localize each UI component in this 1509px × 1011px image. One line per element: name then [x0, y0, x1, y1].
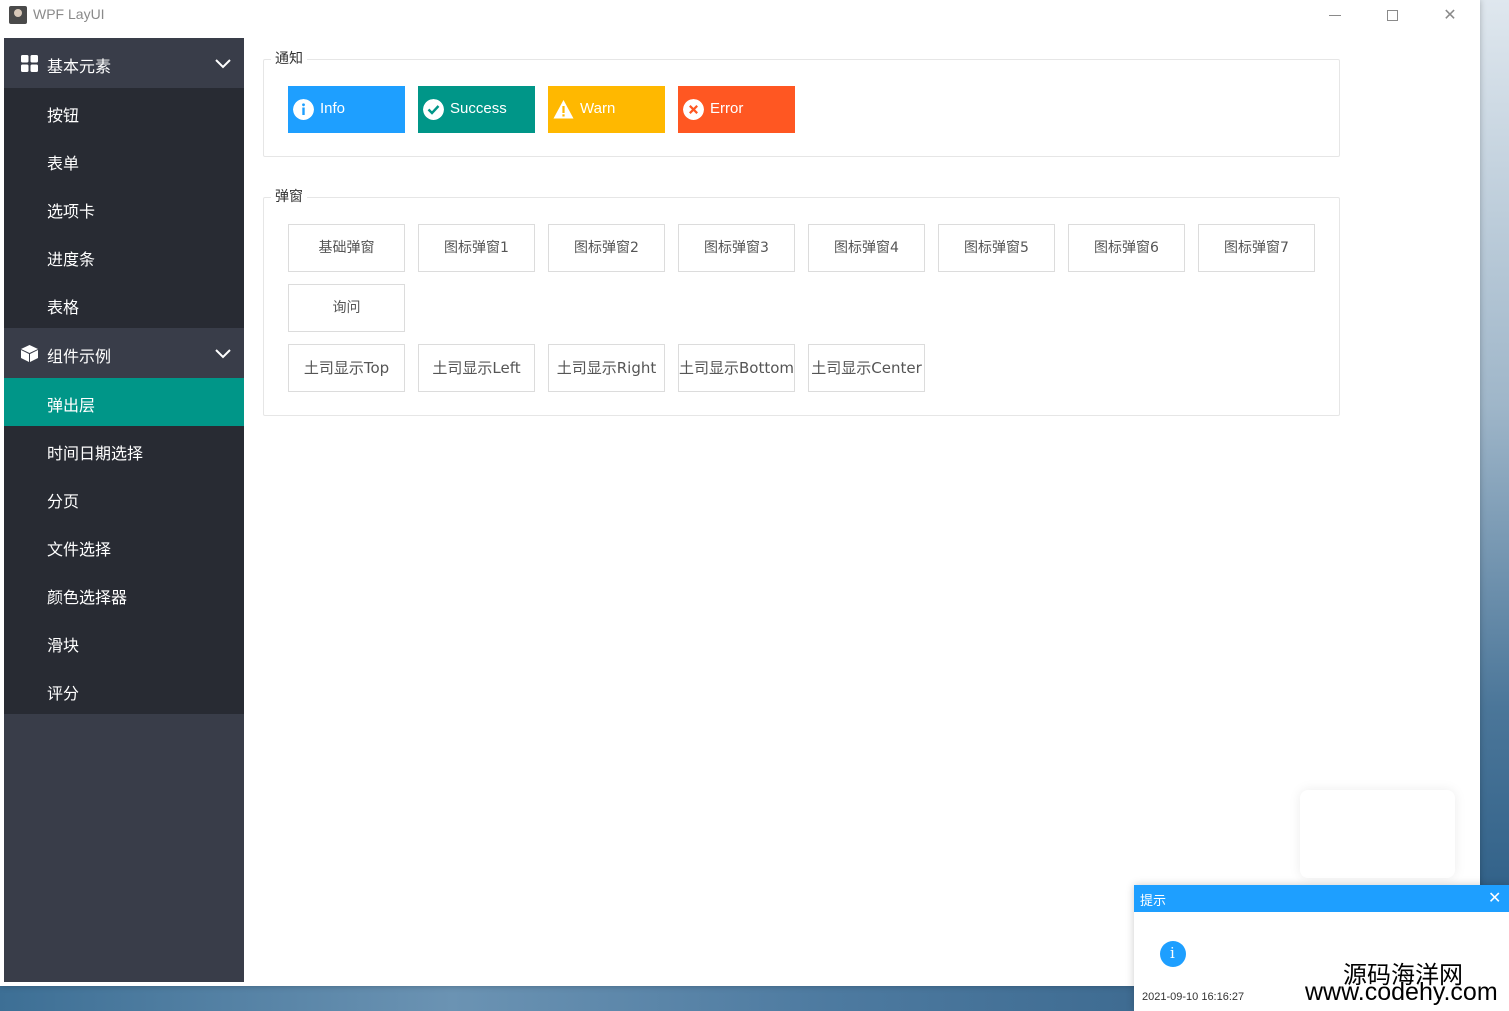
success-button[interactable]: Success: [418, 86, 535, 133]
cube-icon: [21, 345, 38, 362]
sidebar-item-label: 文件选择: [47, 540, 112, 559]
icon-popup-2-button[interactable]: 图标弹窗2: [548, 224, 665, 272]
sidebar-item-form[interactable]: 表单: [4, 136, 244, 184]
toast-left-button[interactable]: 土司显示Left: [418, 344, 535, 392]
notice-legend: 通知: [271, 48, 307, 68]
toast-bottom-button[interactable]: 土司显示Bottom: [678, 344, 795, 392]
close-button[interactable]: ✕: [1435, 4, 1465, 26]
sidebar-item-label: 分页: [47, 492, 80, 511]
icon-popup-3-button[interactable]: 图标弹窗3: [678, 224, 795, 272]
sidebar-item-label: 颜色选择器: [47, 588, 128, 607]
info-button[interactable]: Info: [288, 86, 405, 133]
notice-fieldset: 通知 Info Success Warn Error: [263, 48, 1340, 157]
toast-header: 提示 ✕: [1134, 885, 1509, 912]
close-icon: ✕: [1443, 5, 1457, 24]
icon-popup-5-button[interactable]: 图标弹窗5: [938, 224, 1055, 272]
watermark-url: www.codehy.com: [1305, 978, 1498, 1006]
window-title: WPF LayUI: [33, 6, 105, 22]
sidebar-item-datetime[interactable]: 时间日期选择: [4, 426, 244, 474]
icon-popup-7-button[interactable]: 图标弹窗7: [1198, 224, 1315, 272]
sidebar-group-label: 基本元素: [47, 57, 112, 76]
sidebar-item-label: 表单: [47, 154, 80, 173]
sidebar-item-label: 按钮: [47, 106, 80, 125]
sidebar-item-tabs[interactable]: 选项卡: [4, 184, 244, 232]
maximize-button[interactable]: [1377, 4, 1407, 26]
confirm-popup-button[interactable]: 询问: [288, 284, 405, 332]
sidebar-item-label: 表格: [47, 298, 80, 317]
warning-triangle-icon: [553, 100, 574, 119]
app-window: WPF LayUI ✕ 基本元素 按钮 表单 选项卡 进度条 表格 组件示例 弹…: [0, 0, 1480, 986]
toast-top-button[interactable]: 土司显示Top: [288, 344, 405, 392]
toast-timestamp: 2021-09-10 16:16:27: [1142, 991, 1245, 1003]
main-content: 通知 Info Success Warn Error 弹窗 基础弹窗 图标弹窗1…: [244, 34, 1480, 986]
title-bar: WPF LayUI ✕: [0, 0, 1480, 34]
desktop-wallpaper-right: [1480, 0, 1509, 1011]
sidebar-item-pagination[interactable]: 分页: [4, 474, 244, 522]
toast-title: 提示: [1140, 894, 1167, 909]
sidebar-item-label: 时间日期选择: [47, 444, 144, 463]
minimize-button[interactable]: [1320, 4, 1350, 26]
icon-popup-1-button[interactable]: 图标弹窗1: [418, 224, 535, 272]
sidebar-group-label: 组件示例: [47, 347, 112, 366]
sidebar-item-file-select[interactable]: 文件选择: [4, 522, 244, 570]
success-button-label: Success: [450, 100, 507, 117]
sidebar-item-popup-layer[interactable]: 弹出层: [4, 378, 244, 426]
sidebar-item-label: 滑块: [47, 636, 80, 655]
sidebar-item-label: 评分: [47, 684, 80, 703]
sidebar-item-button[interactable]: 按钮: [4, 88, 244, 136]
check-circle-icon: [423, 99, 444, 120]
chevron-down-icon: [215, 349, 231, 359]
sidebar-group-basic[interactable]: 基本元素: [4, 38, 244, 88]
sidebar-group-components[interactable]: 组件示例: [4, 328, 244, 378]
sidebar-item-label: 进度条: [47, 250, 96, 269]
minimize-icon: [1329, 15, 1341, 16]
popup-fieldset: 弹窗 基础弹窗 图标弹窗1 图标弹窗2 图标弹窗3 图标弹窗4 图标弹窗5 图标…: [263, 186, 1340, 416]
info-icon: [293, 99, 314, 120]
sidebar-item-color-picker[interactable]: 颜色选择器: [4, 570, 244, 618]
toast-right-button[interactable]: 土司显示Right: [548, 344, 665, 392]
icon-popup-6-button[interactable]: 图标弹窗6: [1068, 224, 1185, 272]
info-button-label: Info: [320, 100, 346, 117]
app-avatar-icon: [9, 6, 27, 24]
grid-icon: [21, 55, 38, 72]
warn-button[interactable]: Warn: [548, 86, 665, 133]
error-button-label: Error: [710, 100, 744, 117]
toast-shadow-panel: [1300, 790, 1455, 878]
sidebar-item-rating[interactable]: 评分: [4, 666, 244, 714]
sidebar-item-slider[interactable]: 滑块: [4, 618, 244, 666]
error-circle-icon: [683, 99, 704, 120]
toast-center-button[interactable]: 土司显示Center: [808, 344, 925, 392]
icon-popup-4-button[interactable]: 图标弹窗4: [808, 224, 925, 272]
chevron-down-icon: [215, 59, 231, 69]
popup-legend: 弹窗: [271, 186, 307, 206]
basic-popup-button[interactable]: 基础弹窗: [288, 224, 405, 272]
sidebar: 基本元素 按钮 表单 选项卡 进度条 表格 组件示例 弹出层 时间日期选择 分页…: [4, 38, 244, 982]
toast-close-icon[interactable]: ✕: [1488, 888, 1501, 907]
maximize-icon: [1386, 10, 1398, 21]
error-button[interactable]: Error: [678, 86, 795, 133]
info-icon: [1160, 941, 1186, 967]
sidebar-item-label: 弹出层: [47, 396, 96, 415]
warn-button-label: Warn: [580, 100, 616, 117]
sidebar-item-table[interactable]: 表格: [4, 280, 244, 328]
sidebar-item-label: 选项卡: [47, 202, 96, 221]
sidebar-item-progress[interactable]: 进度条: [4, 232, 244, 280]
